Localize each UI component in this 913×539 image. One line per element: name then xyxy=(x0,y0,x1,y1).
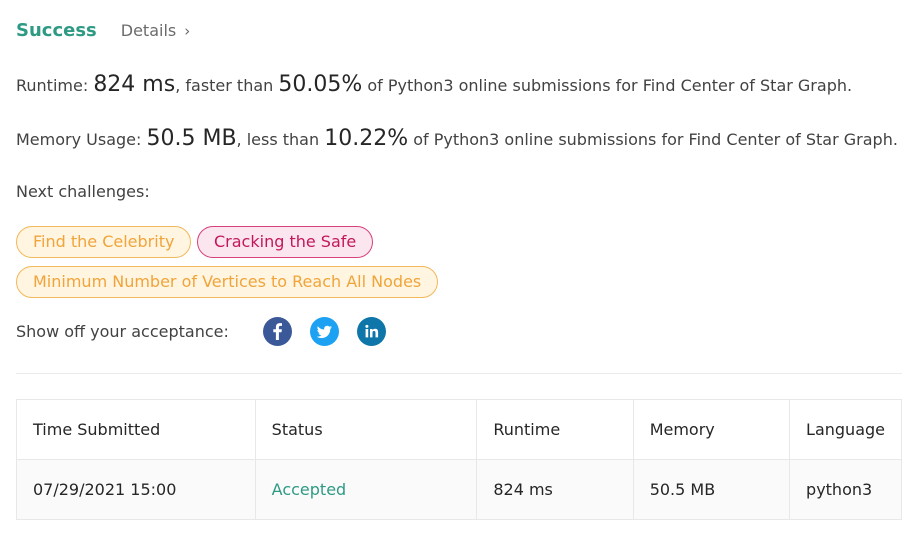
runtime-mid-text: , faster than xyxy=(175,76,279,95)
next-challenges-label: Next challenges: xyxy=(16,182,150,201)
result-header: Success Details › xyxy=(16,20,190,41)
runtime-value: 824 ms xyxy=(93,72,176,97)
runtime-summary: Runtime: 824 ms, faster than 50.05% of P… xyxy=(16,72,852,97)
cell-memory: 50.5 MB xyxy=(632,459,791,520)
twitter-icon[interactable] xyxy=(309,317,339,346)
divider xyxy=(16,373,902,374)
memory-percent: 10.22% xyxy=(324,126,409,151)
column-header-memory: Memory xyxy=(632,399,791,460)
table-row: 07/29/2021 15:00 Accepted 824 ms 50.5 MB… xyxy=(16,459,902,520)
linkedin-icon[interactable] xyxy=(356,317,386,346)
column-header-runtime: Runtime xyxy=(476,399,634,460)
memory-summary: Memory Usage: 50.5 MB, less than 10.22% … xyxy=(16,126,898,151)
chevron-right-icon: › xyxy=(184,22,191,40)
memory-suffix: of Python3 online submissions for Find C… xyxy=(408,130,898,149)
runtime-percent: 50.05% xyxy=(278,72,363,97)
challenge-chip-cracking-the-safe[interactable]: Cracking the Safe xyxy=(197,226,374,258)
runtime-label: Runtime: xyxy=(16,76,94,95)
column-header-time-submitted: Time Submitted xyxy=(16,399,256,460)
column-header-language: Language xyxy=(789,399,902,460)
details-link[interactable]: Details › xyxy=(121,21,190,40)
cell-status-accepted[interactable]: Accepted xyxy=(254,459,478,520)
cell-runtime: 824 ms xyxy=(476,459,634,520)
column-header-status: Status xyxy=(254,399,478,460)
table-header-row: Time Submitted Status Runtime Memory Lan… xyxy=(16,399,902,460)
success-status: Success xyxy=(16,20,97,41)
submission-table: Time Submitted Status Runtime Memory Lan… xyxy=(16,399,902,520)
cell-time-submitted: 07/29/2021 15:00 xyxy=(16,459,256,520)
challenge-chip-minimum-number-of-vertices[interactable]: Minimum Number of Vertices to Reach All … xyxy=(16,266,439,298)
share-label: Show off your acceptance: xyxy=(16,322,229,341)
challenge-chip-find-the-celebrity[interactable]: Find the Celebrity xyxy=(16,226,192,258)
memory-label: Memory Usage: xyxy=(16,130,147,149)
details-label: Details xyxy=(120,21,177,40)
facebook-icon[interactable] xyxy=(262,317,292,346)
runtime-suffix: of Python3 online submissions for Find C… xyxy=(362,76,853,95)
memory-value: 50.5 MB xyxy=(146,126,237,151)
cell-language: python3 xyxy=(789,459,902,520)
memory-mid-text: , less than xyxy=(236,130,325,149)
share-row: Show off your acceptance: xyxy=(16,317,386,346)
